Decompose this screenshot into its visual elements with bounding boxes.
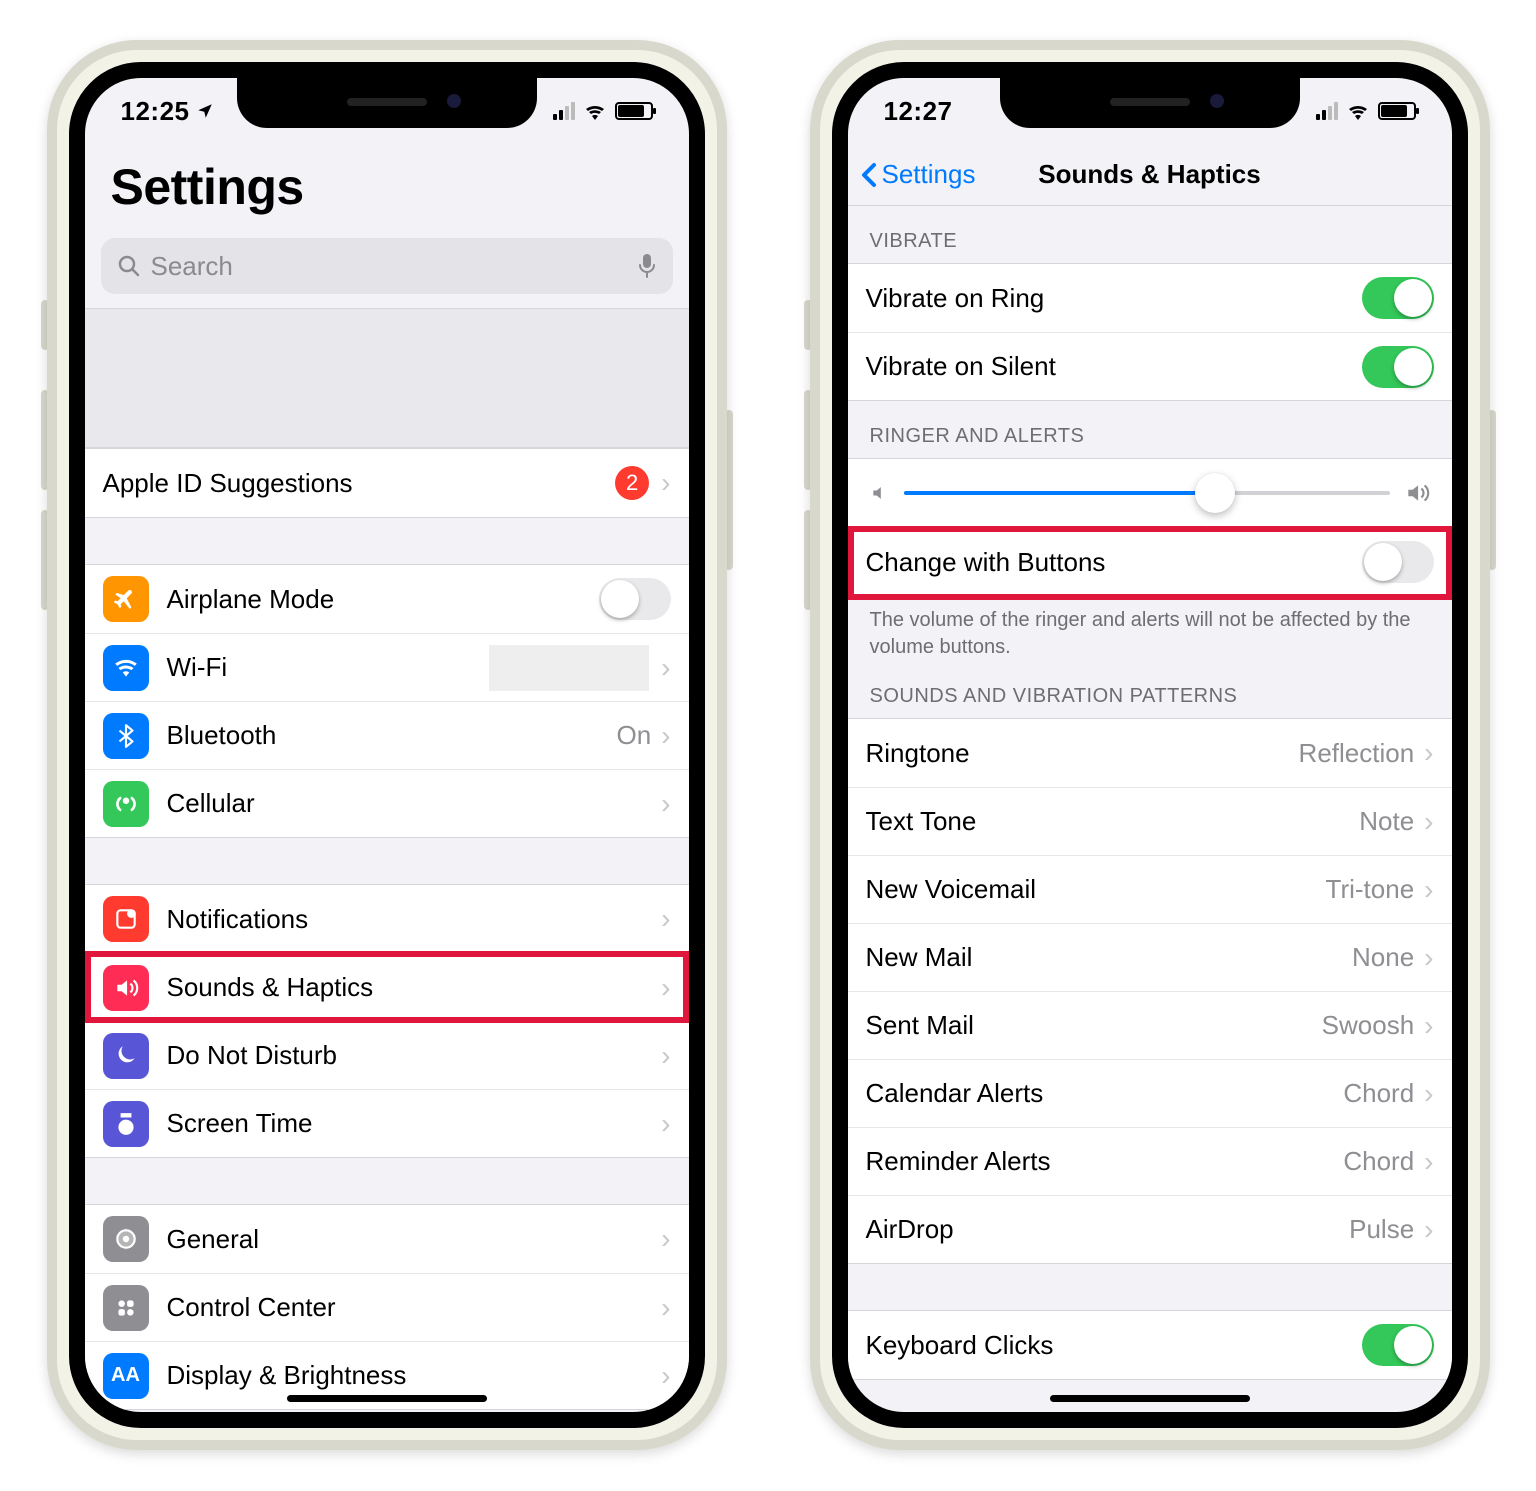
cell-signal-icon [553, 102, 575, 120]
display-icon: AA [103, 1353, 149, 1399]
location-icon [196, 102, 214, 120]
row-airplane-mode[interactable]: Airplane Mode [85, 565, 689, 633]
back-button[interactable]: Settings [860, 159, 976, 190]
chevron-right-icon: › [661, 652, 670, 684]
control-center-icon [103, 1285, 149, 1331]
change-buttons-toggle[interactable] [1362, 541, 1434, 583]
bluetooth-icon [103, 713, 149, 759]
notifications-icon [103, 896, 149, 942]
row-screen-time[interactable]: Screen Time › [85, 1089, 689, 1157]
row-text-tone[interactable]: Text Tone Note › [848, 787, 1452, 855]
chevron-left-icon [860, 161, 878, 189]
chevron-right-icon: › [661, 1360, 670, 1392]
status-time: 12:27 [884, 96, 953, 127]
chevron-right-icon: › [1424, 942, 1433, 974]
chevron-right-icon: › [661, 1292, 670, 1324]
row-airdrop[interactable]: AirDrop Pulse › [848, 1195, 1452, 1263]
page-title: Settings [111, 158, 663, 216]
row-cellular[interactable]: Cellular › [85, 769, 689, 837]
cell-signal-icon [1316, 102, 1338, 120]
apple-id-card-redacted [85, 308, 689, 448]
battery-icon [615, 102, 653, 120]
row-vibrate-silent[interactable]: Vibrate on Silent [848, 332, 1452, 400]
volume-slider[interactable] [904, 491, 1390, 495]
chevron-right-icon: › [1424, 1214, 1433, 1246]
home-indicator[interactable] [287, 1395, 487, 1402]
badge-count: 2 [615, 466, 649, 500]
chevron-right-icon: › [1424, 806, 1433, 838]
keyboard-clicks-toggle[interactable] [1362, 1324, 1434, 1366]
wifi-value-redacted [489, 645, 649, 691]
search-icon [117, 254, 141, 278]
vibrate-silent-toggle[interactable] [1362, 346, 1434, 388]
row-new-mail[interactable]: New Mail None › [848, 923, 1452, 991]
row-notifications[interactable]: Notifications › [85, 885, 689, 953]
chevron-right-icon: › [661, 903, 670, 935]
row-ringtone[interactable]: Ringtone Reflection › [848, 719, 1452, 787]
row-reminder-alerts[interactable]: Reminder Alerts Chord › [848, 1127, 1452, 1195]
chevron-right-icon: › [661, 788, 670, 820]
row-keyboard-clicks[interactable]: Keyboard Clicks [848, 1311, 1452, 1379]
chevron-right-icon: › [661, 720, 670, 752]
sounds-icon [103, 965, 149, 1011]
status-time: 12:25 [121, 96, 190, 127]
speaker-low-icon [870, 483, 890, 503]
chevron-right-icon: › [1424, 1078, 1433, 1110]
row-general[interactable]: General › [85, 1205, 689, 1273]
navbar: Settings Sounds & Haptics [848, 144, 1452, 206]
row-wifi[interactable]: Wi-Fi › [85, 633, 689, 701]
vibrate-ring-toggle[interactable] [1362, 277, 1434, 319]
battery-icon [1378, 102, 1416, 120]
chevron-right-icon: › [661, 1223, 670, 1255]
change-buttons-footer: The volume of the ringer and alerts will… [848, 597, 1452, 661]
row-calendar-alerts[interactable]: Calendar Alerts Chord › [848, 1059, 1452, 1127]
section-ringer: RINGER AND ALERTS [848, 401, 1452, 458]
dnd-icon [103, 1033, 149, 1079]
cellular-icon [103, 781, 149, 827]
search-input[interactable]: Search [101, 238, 673, 294]
chevron-right-icon: › [661, 1040, 670, 1072]
row-change-with-buttons[interactable]: Change with Buttons [848, 528, 1452, 596]
mic-icon[interactable] [637, 253, 657, 279]
airplane-icon [103, 576, 149, 622]
chevron-right-icon: › [661, 1108, 670, 1140]
row-new-voicemail[interactable]: New Voicemail Tri-tone › [848, 855, 1452, 923]
nav-title: Sounds & Haptics [1038, 159, 1260, 190]
row-control-center[interactable]: Control Center › [85, 1273, 689, 1341]
section-vibrate: VIBRATE [848, 206, 1452, 263]
chevron-right-icon: › [661, 972, 670, 1004]
section-patterns: SOUNDS AND VIBRATION PATTERNS [848, 661, 1452, 718]
search-placeholder: Search [151, 251, 233, 282]
row-volume-slider[interactable] [848, 458, 1452, 528]
chevron-right-icon: › [1424, 1146, 1433, 1178]
row-sounds-haptics[interactable]: Sounds & Haptics › [85, 953, 689, 1021]
row-apple-id-suggestions[interactable]: Apple ID Suggestions 2 › [85, 449, 689, 517]
chevron-right-icon: › [1424, 874, 1433, 906]
wifi-icon [583, 102, 607, 120]
chevron-right-icon: › [1424, 1010, 1433, 1042]
chevron-right-icon: › [1424, 737, 1433, 769]
home-indicator[interactable] [1050, 1395, 1250, 1402]
phone-right: 12:27 Settings Sounds & Haptics VIBRATE … [810, 40, 1490, 1450]
row-do-not-disturb[interactable]: Do Not Disturb › [85, 1021, 689, 1089]
row-bluetooth[interactable]: Bluetooth On › [85, 701, 689, 769]
speaker-high-icon [1404, 480, 1430, 506]
chevron-right-icon: › [661, 467, 670, 499]
row-vibrate-ring[interactable]: Vibrate on Ring [848, 264, 1452, 332]
row-sent-mail[interactable]: Sent Mail Swoosh › [848, 991, 1452, 1059]
screentime-icon [103, 1101, 149, 1147]
airplane-toggle[interactable] [599, 578, 671, 620]
screen-settings-root: 12:25 Settings Search Apple ID Suggestio… [69, 62, 705, 1428]
wifi-app-icon [103, 645, 149, 691]
gear-icon [103, 1216, 149, 1262]
phone-left: 12:25 Settings Search Apple ID Suggestio… [47, 40, 727, 1450]
wifi-icon [1346, 102, 1370, 120]
screen-sounds-haptics: 12:27 Settings Sounds & Haptics VIBRATE … [832, 62, 1468, 1428]
